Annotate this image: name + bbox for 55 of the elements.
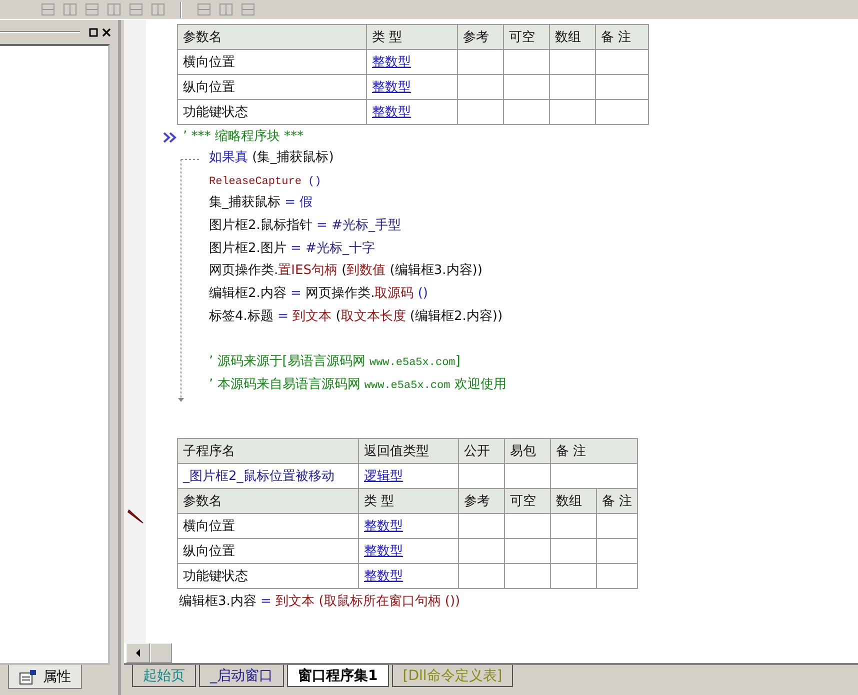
editor-tab[interactable]: _启动窗口 [199, 665, 284, 687]
table-cell: 纵向位置 [178, 538, 358, 564]
column-header: 子程序名 [178, 438, 358, 464]
double-chevron-icon[interactable] [163, 132, 179, 142]
code-line: 编辑框3.内容 = 到文本 (取鼠标所在窗口句柄 ()) [179, 594, 460, 609]
column-header: 可空 [504, 24, 550, 50]
column-header: 参数名 [178, 24, 366, 50]
alignment-icon[interactable] [218, 2, 234, 17]
column-header: 参数名 [178, 488, 358, 514]
table-cell: 功能键状态 [178, 100, 366, 124]
table-cell: 横向位置 [178, 514, 358, 538]
properties-tab[interactable]: 属性 [8, 665, 82, 689]
column-header: 可空 [504, 488, 550, 514]
alignment-icon[interactable] [150, 2, 166, 17]
properties-icon [19, 668, 37, 684]
alignment-icon[interactable] [106, 2, 122, 17]
scroll-left-button[interactable] [126, 643, 150, 663]
code-line: 网页操作类.置IES句柄 (到数值 (编辑框3.内容)) [209, 263, 482, 278]
alignment-icon[interactable] [128, 2, 144, 17]
left-arrow-icon [135, 649, 141, 657]
alignment-icon[interactable] [240, 2, 256, 17]
code-line: 图片框2.鼠标指针 = #光标_手型 [209, 218, 401, 234]
code-line: 如果真 (集_捕获鼠标) [209, 150, 334, 165]
column-header: 备 注 [550, 438, 638, 464]
scrollbar-thumb[interactable] [150, 643, 172, 663]
code-line: 标签4.标题 = 到文本 (取文本长度 (编辑框2.内容)) [209, 308, 503, 324]
table-cell: 功能键状态 [178, 564, 358, 588]
code-line: 集_捕获鼠标 = 假 [209, 195, 313, 210]
restore-icon[interactable] [88, 26, 99, 38]
column-header: 类 型 [366, 24, 458, 50]
column-header: 备 注 [596, 488, 638, 514]
alignment-icon[interactable] [196, 2, 212, 17]
column-header: 类 型 [358, 488, 458, 514]
column-header: 参考 [458, 488, 504, 514]
column-header: 备 注 [596, 24, 648, 50]
table-cell: 横向位置 [178, 50, 366, 74]
column-header: 参考 [458, 24, 504, 50]
code-line: 图片框2.图片 = #光标_十字 [209, 240, 375, 256]
column-header: 易包 [504, 438, 550, 464]
alignment-icon[interactable] [84, 2, 100, 17]
code-line: ’ *** 缩略程序块 *** [183, 128, 304, 146]
close-icon[interactable] [101, 26, 112, 38]
code-line: ReleaseCapture () [209, 174, 322, 188]
code-line: 编辑框2.内容 = 网页操作类.取源码 () [209, 286, 428, 302]
code-line: ’ 源码来源于[易语言源码网 www.e5a5x.com] [209, 354, 460, 370]
column-header: 返回值类型 [358, 438, 458, 464]
alignment-icon[interactable] [40, 2, 56, 17]
column-header: 公开 [458, 438, 504, 464]
code-line: ’ 本源码来自易语言源码网 www.e5a5x.com 欢迎使用 [209, 376, 506, 392]
column-header: 数组 [550, 488, 596, 514]
subprogram-name: _图片框2_鼠标位置被移动 [183, 469, 334, 484]
table-cell: 纵向位置 [178, 74, 366, 100]
editor-tab[interactable]: 窗口程序集1 [287, 665, 389, 687]
column-header: 数组 [550, 24, 596, 50]
alignment-icon[interactable] [62, 2, 78, 17]
